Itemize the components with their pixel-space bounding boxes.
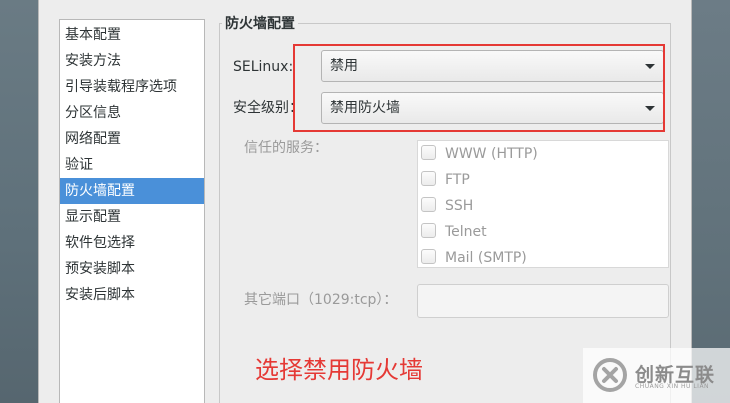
sidebar-item-partition-info[interactable]: 分区信息 bbox=[60, 100, 204, 126]
annotation-text: 选择禁用防火墙 bbox=[255, 356, 423, 384]
sidebar-item-install-method[interactable]: 安装方法 bbox=[60, 48, 204, 74]
service-checkbox-mail[interactable]: Mail (SMTP) bbox=[421, 246, 527, 270]
service-checkbox-ssh[interactable]: SSH bbox=[421, 194, 473, 218]
desktop-background-left bbox=[0, 0, 38, 403]
service-label: FTP bbox=[445, 172, 470, 188]
checkbox-icon[interactable] bbox=[421, 249, 436, 264]
sidebar-item-pre-install-script[interactable]: 预安装脚本 bbox=[60, 256, 204, 282]
service-label: Telnet bbox=[445, 224, 487, 240]
sidebar-item-post-install-script[interactable]: 安装后脚本 bbox=[60, 282, 204, 308]
desktop-background-right bbox=[692, 0, 730, 403]
service-label: Mail (SMTP) bbox=[445, 250, 527, 266]
other-ports-label: 其它端口（1029:tcp）： bbox=[244, 292, 398, 308]
sidebar-item-firewall-config[interactable]: 防火墙配置 bbox=[60, 178, 204, 204]
checkbox-icon[interactable] bbox=[421, 197, 436, 212]
sidebar-item-display-config[interactable]: 显示配置 bbox=[60, 204, 204, 230]
watermark: 创新互联 CHUANG XIN HU LIAN bbox=[583, 348, 730, 403]
brand-logo-icon bbox=[593, 358, 627, 392]
trusted-services-list: WWW (HTTP) FTP SSH Telnet Mail (SMTP) bbox=[417, 140, 669, 268]
service-checkbox-ftp[interactable]: FTP bbox=[421, 168, 470, 192]
highlight-box bbox=[293, 44, 665, 132]
service-checkbox-telnet[interactable]: Telnet bbox=[421, 220, 487, 244]
service-label: SSH bbox=[445, 198, 474, 214]
service-checkbox-www[interactable]: WWW (HTTP) bbox=[421, 142, 538, 166]
watermark-subtitle: CHUANG XIN HU LIAN bbox=[635, 383, 710, 390]
service-label: WWW (HTTP) bbox=[445, 146, 538, 162]
firewall-section-title: 防火墙配置 bbox=[222, 14, 298, 34]
sidebar-item-package-selection[interactable]: 软件包选择 bbox=[60, 230, 204, 256]
section-list: 基本配置 安装方法 引导装载程序选项 分区信息 网络配置 验证 防火墙配置 显示… bbox=[59, 19, 205, 403]
trusted-services-label: 信任的服务： bbox=[244, 140, 328, 156]
sidebar-item-authentication[interactable]: 验证 bbox=[60, 152, 204, 178]
sidebar-item-basic-config[interactable]: 基本配置 bbox=[60, 22, 204, 48]
sidebar-item-network-config[interactable]: 网络配置 bbox=[60, 126, 204, 152]
kickstart-config-window: 基本配置 安装方法 引导装载程序选项 分区信息 网络配置 验证 防火墙配置 显示… bbox=[38, 0, 692, 403]
selinux-label: SELinux: bbox=[233, 59, 294, 75]
checkbox-icon[interactable] bbox=[421, 223, 436, 238]
checkbox-icon[interactable] bbox=[421, 145, 436, 160]
other-ports-input[interactable] bbox=[417, 284, 669, 318]
sidebar-item-bootloader-options[interactable]: 引导装载程序选项 bbox=[60, 74, 204, 100]
checkbox-icon[interactable] bbox=[421, 171, 436, 186]
